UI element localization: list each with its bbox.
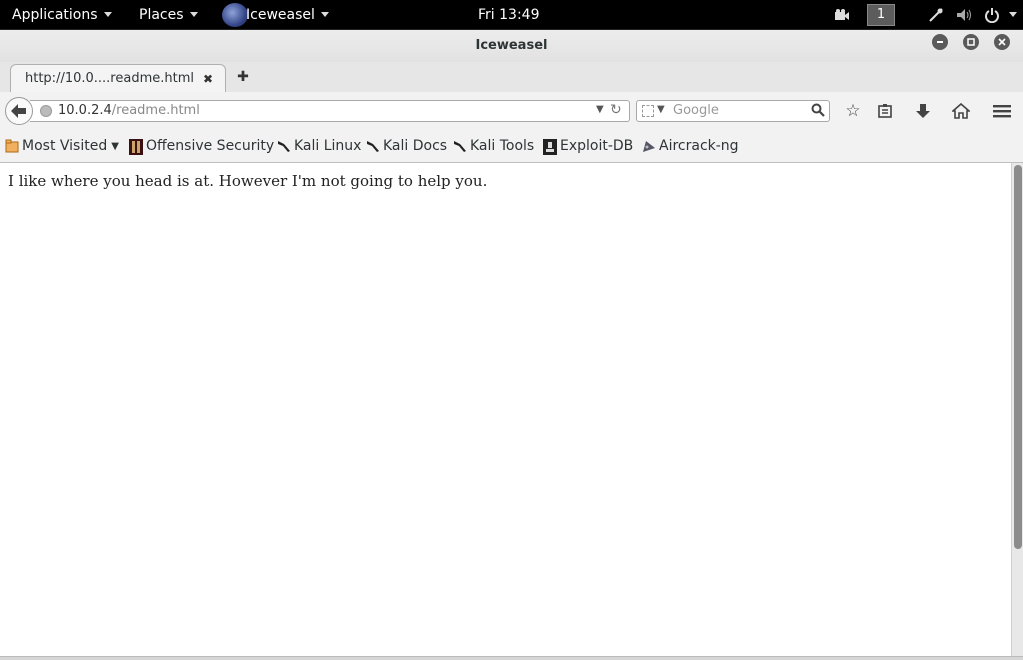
new-tab-icon[interactable]: ✚ — [236, 69, 250, 85]
top-panel: Applications Places Iceweasel Fri 13:49 … — [0, 0, 1023, 30]
system-tray: 1 — [825, 3, 1017, 26]
search-placeholder: Google — [673, 103, 719, 118]
maximize-button[interactable] — [963, 34, 979, 50]
hamburger-menu-icon[interactable] — [992, 101, 1012, 121]
minimize-icon — [937, 41, 943, 43]
exploitdb-icon — [543, 139, 557, 155]
close-button[interactable] — [994, 34, 1010, 50]
workspace-indicator[interactable]: 1 — [867, 3, 895, 26]
bookmark-kali-linux[interactable]: Kali Linux — [277, 138, 361, 154]
bookmark-label: Offensive Security — [146, 138, 275, 154]
back-arrow-icon — [11, 104, 26, 118]
vertical-scrollbar[interactable] — [1011, 163, 1023, 657]
search-bar[interactable]: ▼ Google — [636, 100, 830, 122]
page-text: I like where you head is at. However I'm… — [8, 172, 488, 190]
url-path: /readme.html — [111, 103, 200, 118]
back-button[interactable] — [5, 97, 33, 125]
kali-dragon-icon — [453, 139, 467, 153]
url-history-dropdown-icon[interactable]: ▼ — [596, 104, 604, 115]
download-icon[interactable] — [913, 101, 933, 121]
chevron-down-icon — [103, 12, 112, 17]
navigation-toolbar: 10.0.2.4/readme.html ▼ ↻ ▼ Google ☆ — [0, 92, 1023, 130]
maximize-icon — [967, 38, 975, 46]
home-icon[interactable] — [951, 101, 971, 121]
search-engine-icon[interactable] — [642, 105, 654, 117]
bookmark-label: Kali Tools — [470, 138, 535, 154]
scrollbar-thumb[interactable] — [1014, 165, 1022, 549]
tab-title: http://10.0....readme.html — [25, 71, 194, 86]
bookmark-aircrack-ng[interactable]: Aircrack-ng — [642, 138, 739, 154]
volume-icon[interactable] — [953, 5, 975, 25]
aircrack-icon — [642, 139, 656, 153]
site-identity-icon[interactable] — [40, 105, 52, 117]
app-menu[interactable]: Iceweasel — [216, 0, 335, 30]
chevron-down-icon — [189, 12, 198, 17]
bookmark-kali-docs[interactable]: Kali Docs — [366, 138, 447, 154]
bookmarks-toolbar: Most Visited ▼ Offensive Security Kali L… — [0, 130, 1023, 163]
search-icon[interactable] — [811, 103, 825, 117]
url-host: 10.0.2.4 — [58, 103, 112, 118]
bookmark-label: Exploit-DB — [560, 138, 634, 154]
chevron-down-icon[interactable] — [1009, 12, 1017, 17]
url-bar[interactable]: 10.0.2.4/readme.html ▼ ↻ — [30, 100, 630, 122]
bookmark-kali-tools[interactable]: Kali Tools — [453, 138, 534, 154]
bookmark-label: Aircrack-ng — [659, 138, 739, 154]
window-titlebar[interactable]: Iceweasel — [0, 30, 1023, 62]
applications-label: Applications — [12, 6, 98, 23]
tab-close-icon[interactable]: ✖ — [201, 72, 215, 86]
places-menu[interactable]: Places — [133, 0, 204, 30]
search-engine-dropdown-icon[interactable]: ▼ — [657, 104, 665, 115]
offsec-icon — [129, 139, 143, 155]
bookmarks-menu-icon[interactable] — [875, 101, 895, 121]
reload-icon[interactable]: ↻ — [610, 102, 622, 118]
video-camera-icon[interactable] — [831, 5, 853, 25]
bookmark-label: Kali Docs — [383, 138, 448, 154]
page-content: I like where you head is at. However I'm… — [0, 163, 1011, 657]
applications-menu[interactable]: Applications — [6, 0, 118, 30]
kali-dragon-icon — [366, 139, 380, 153]
network-icon[interactable] — [925, 5, 947, 25]
minimize-button[interactable] — [932, 34, 948, 50]
url-text[interactable]: 10.0.2.4/readme.html — [58, 103, 200, 118]
close-icon — [998, 38, 1006, 46]
folder-icon — [5, 139, 19, 153]
clock-label: Fri 13:49 — [478, 6, 540, 23]
chevron-down-icon: ▼ — [111, 140, 119, 152]
chevron-down-icon — [320, 12, 329, 17]
bookmark-offensive-security[interactable]: Offensive Security — [129, 138, 275, 155]
tab-strip: http://10.0....readme.html ✖ ✚ — [0, 62, 1023, 93]
app-menu-label: Iceweasel — [246, 6, 315, 23]
tab-readme[interactable]: http://10.0....readme.html ✖ — [10, 64, 226, 92]
workspace-number: 1 — [876, 7, 886, 22]
clock[interactable]: Fri 13:49 — [472, 0, 545, 30]
bookmark-label: Kali Linux — [294, 138, 362, 154]
bookmark-star-icon[interactable]: ☆ — [843, 101, 863, 121]
window-title: Iceweasel — [475, 38, 548, 53]
bookmark-label: Most Visited — [22, 138, 108, 154]
bookmark-exploit-db[interactable]: Exploit-DB — [543, 138, 634, 155]
power-icon[interactable] — [981, 5, 1003, 25]
bookmark-most-visited[interactable]: Most Visited ▼ — [5, 138, 119, 154]
iceweasel-icon — [222, 2, 248, 27]
horizontal-scrollbar[interactable] — [0, 656, 1023, 660]
kali-dragon-icon — [277, 139, 291, 153]
places-label: Places — [139, 6, 184, 23]
